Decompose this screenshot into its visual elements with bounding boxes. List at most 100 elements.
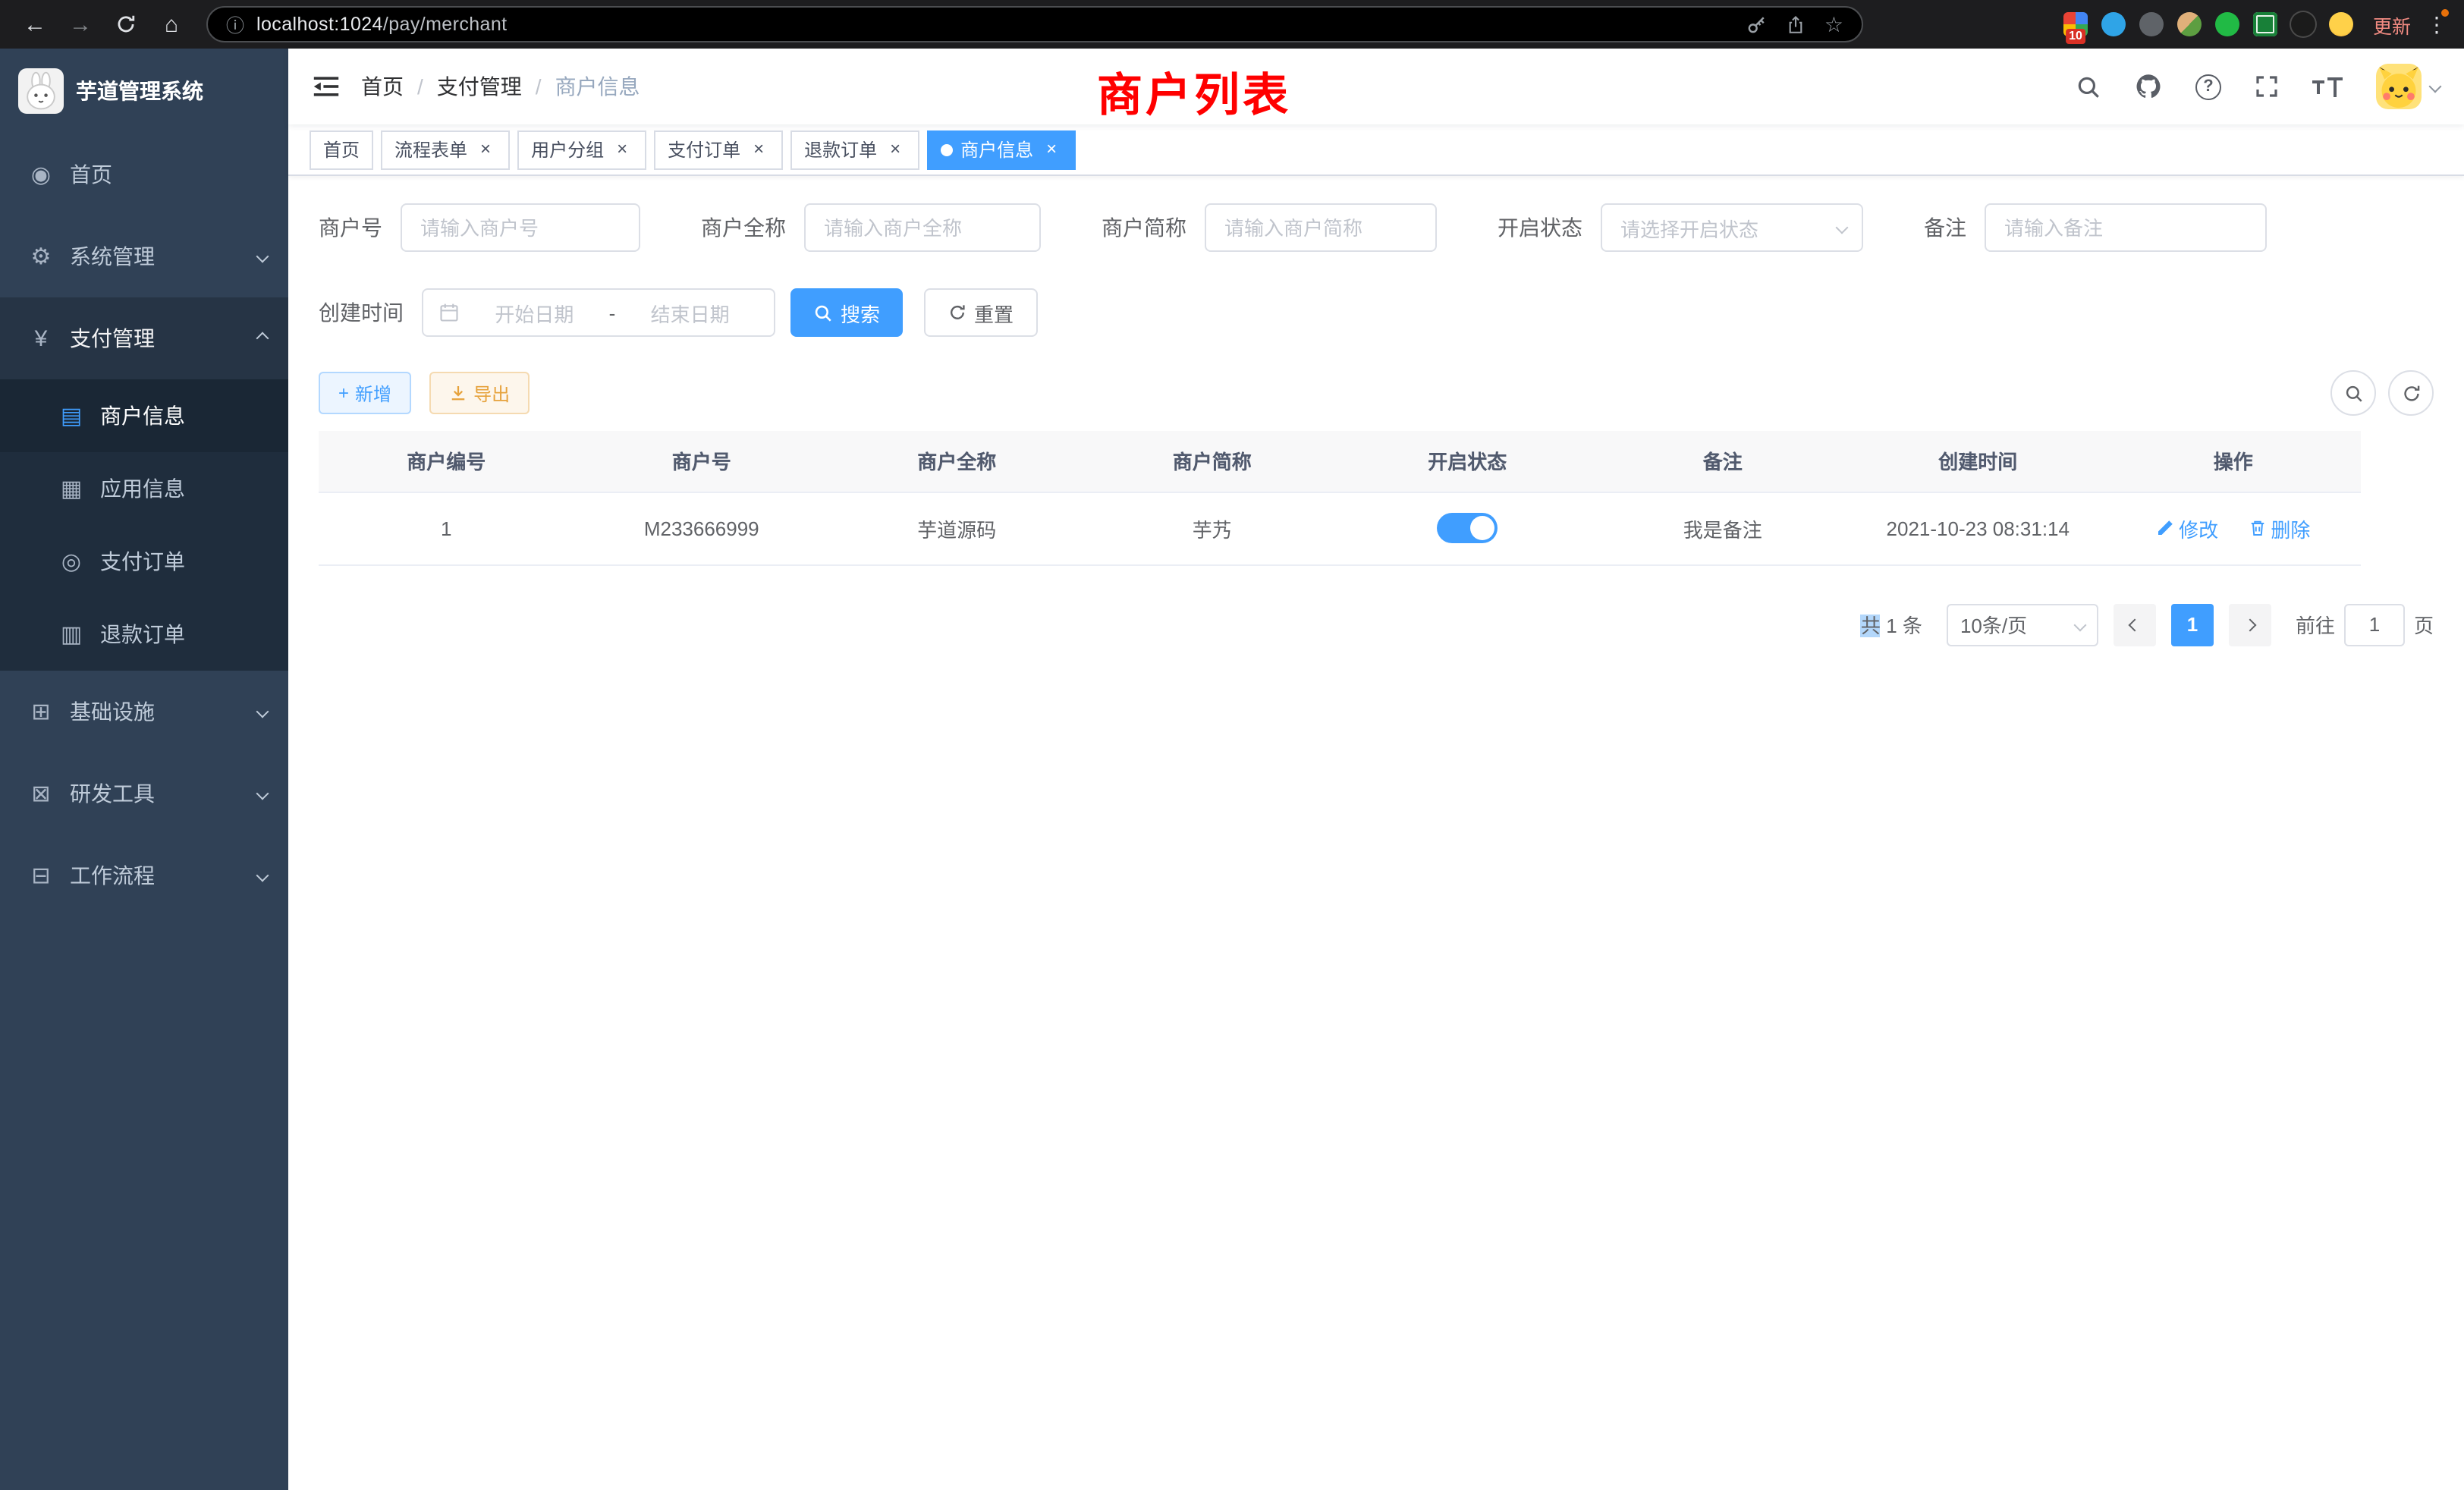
delete-link[interactable]: 删除 [2248, 514, 2310, 542]
browser-update-button[interactable]: 更新 [2373, 10, 2411, 39]
short-name-input[interactable] [1205, 203, 1437, 252]
cell-full-name: 芋道源码 [829, 492, 1085, 564]
sidebar-toggle-button[interactable] [313, 73, 340, 100]
tab-close-icon[interactable]: × [475, 139, 496, 160]
pencil-icon [2156, 519, 2174, 537]
edit-link[interactable]: 修改 [2156, 514, 2218, 542]
sidebar-item-home[interactable]: ◉ 首页 [0, 134, 288, 215]
tab-close-icon[interactable]: × [1041, 139, 1062, 160]
workflow-icon: ⊟ [27, 862, 55, 889]
prev-page-button[interactable] [2114, 603, 2156, 646]
toggle-search-button[interactable] [2330, 370, 2376, 416]
tab-close-icon[interactable]: × [748, 139, 769, 160]
add-button-label: 新增 [355, 380, 391, 406]
breadcrumb-payment[interactable]: 支付管理 [437, 71, 522, 102]
sidebar-item-label: 基础设施 [70, 696, 155, 727]
tab-close-icon[interactable]: × [611, 139, 633, 160]
browser-home-button[interactable]: ⌂ [152, 5, 191, 44]
sidebar-item-label: 工作流程 [70, 860, 155, 891]
table-toolbar: + 新增 导出 [288, 370, 2464, 416]
app-logo[interactable]: 芋道管理系统 [0, 49, 288, 134]
extension-icon-7[interactable] [2291, 12, 2315, 36]
remark-input[interactable] [1985, 203, 2267, 252]
user-avatar[interactable] [2376, 64, 2440, 109]
reset-button[interactable]: 重置 [924, 288, 1038, 337]
infra-icon: ⊞ [27, 698, 55, 725]
github-icon [2135, 73, 2162, 100]
avatar-image [2376, 64, 2422, 109]
navbar-github-button[interactable] [2135, 73, 2162, 100]
tab-user-group[interactable]: 用户分组 × [517, 130, 646, 169]
chevron-up-icon [258, 334, 267, 343]
navbar-help-button[interactable]: ? [2195, 74, 2221, 99]
sidebar-item-pay-order[interactable]: ◎ 支付订单 [0, 525, 288, 598]
status-toggle[interactable] [1437, 513, 1498, 543]
extension-icon-2[interactable] [2101, 12, 2126, 36]
extension-icon-1[interactable]: 10 [2063, 12, 2088, 36]
merchant-no-input[interactable] [401, 203, 640, 252]
status-select-placeholder: 请选择开启状态 [1620, 213, 1758, 242]
export-button[interactable]: 导出 [429, 372, 530, 414]
breadcrumb-separator: / [417, 74, 423, 99]
status-select[interactable]: 请选择开启状态 [1601, 203, 1863, 252]
sidebar-item-payment[interactable]: ¥ 支付管理 [0, 297, 288, 379]
sidebar-item-devtools[interactable]: ⊠ 研发工具 [0, 753, 288, 835]
extension-icon-6[interactable] [2253, 12, 2277, 36]
browser-toolbar: ← → ⌂ ⓘ localhost:1024/pay/merchant ☆ 10 [0, 0, 2464, 49]
create-time-range-picker[interactable]: 开始日期 - 结束日期 [422, 288, 775, 337]
url-text: localhost:1024/pay/merchant [256, 14, 1735, 35]
chevron-down-icon [258, 707, 267, 716]
sidebar-item-workflow[interactable]: ⊟ 工作流程 [0, 835, 288, 916]
date-separator: - [609, 301, 616, 324]
sidebar-item-merchant-info[interactable]: ▤ 商户信息 [0, 379, 288, 452]
search-button[interactable]: 搜索 [790, 288, 903, 337]
browser-reload-button[interactable] [106, 5, 146, 44]
navbar-fontsize-button[interactable] [2312, 77, 2343, 96]
gear-icon: ⚙ [27, 243, 55, 270]
navbar-search-button[interactable] [2076, 74, 2101, 99]
tab-merchant-info[interactable]: 商户信息 × [927, 130, 1076, 169]
browser-back-button[interactable]: ← [15, 5, 55, 44]
refresh-table-button[interactable] [2388, 370, 2434, 416]
share-icon[interactable] [1787, 14, 1806, 34]
page-size-select[interactable]: 10条/页 [1947, 603, 2098, 646]
date-end-placeholder: 结束日期 [621, 298, 759, 327]
tab-close-icon[interactable]: × [885, 139, 906, 160]
sidebar-item-infrastructure[interactable]: ⊞ 基础设施 [0, 671, 288, 753]
tab-process-form[interactable]: 流程表单 × [381, 130, 510, 169]
browser-forward-button[interactable]: → [61, 5, 100, 44]
tab-refund-order[interactable]: 退款订单 × [790, 130, 919, 169]
chevron-right-icon [2243, 618, 2256, 631]
tab-label: 流程表单 [394, 137, 467, 162]
cell-merchant-no: M233666999 [574, 492, 830, 564]
next-page-button[interactable] [2229, 603, 2271, 646]
goto-page-input[interactable] [2344, 603, 2405, 646]
breadcrumb-home[interactable]: 首页 [361, 71, 404, 102]
browser-menu-button[interactable]: ⋮ [2425, 11, 2449, 37]
caret-down-icon [2429, 80, 2442, 93]
bookmark-star-icon[interactable]: ☆ [1824, 14, 1843, 35]
sidebar-item-app-info[interactable]: ▦ 应用信息 [0, 452, 288, 525]
navbar: 首页 / 支付管理 / 商户信息 ? [288, 49, 2464, 124]
tab-home[interactable]: 首页 [310, 130, 373, 169]
right-toolbar [2330, 370, 2434, 416]
extension-icon-3[interactable] [2139, 12, 2164, 36]
tab-pay-order[interactable]: 支付订单 × [654, 130, 783, 169]
extension-icon-4[interactable] [2177, 12, 2202, 36]
cell-merchant-id: 1 [319, 492, 574, 564]
sidebar-item-system[interactable]: ⚙ 系统管理 [0, 215, 288, 297]
profile-avatar-icon[interactable] [2329, 12, 2353, 36]
page-1-button[interactable]: 1 [2171, 603, 2214, 646]
extension-icon-5[interactable] [2215, 12, 2239, 36]
reload-icon [115, 14, 137, 35]
address-bar[interactable]: ⓘ localhost:1024/pay/merchant ☆ [206, 6, 1863, 42]
breadcrumb: 首页 / 支付管理 / 商户信息 [361, 71, 640, 102]
sidebar-item-refund-order[interactable]: ▥ 退款订单 [0, 598, 288, 671]
full-name-input[interactable] [804, 203, 1041, 252]
navbar-fullscreen-button[interactable] [2255, 74, 2279, 99]
pagination-total: 共 1 条 [1861, 610, 1922, 639]
password-key-icon[interactable] [1747, 14, 1768, 35]
pagination: 共 1 条 10条/页 1 前往 页 [319, 603, 2434, 646]
add-button[interactable]: + 新增 [319, 372, 411, 414]
site-info-icon[interactable]: ⓘ [226, 11, 244, 37]
